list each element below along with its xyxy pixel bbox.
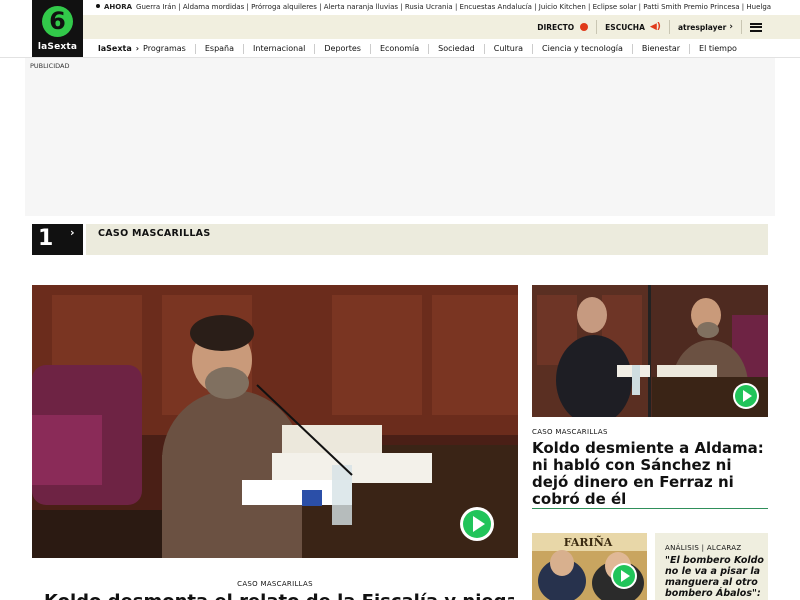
nav-arrow-icon: › [135, 44, 140, 53]
side-story-image[interactable] [532, 285, 768, 417]
nav-item-bienestar[interactable]: Bienestar [631, 43, 689, 54]
nav-item-sociedad[interactable]: Sociedad [428, 43, 484, 54]
main-story-headline[interactable]: Koldo desmonta el relato de la Fiscalía … [44, 590, 514, 600]
opinion-kicker: ANÁLISIS | ALCARAZ [665, 544, 742, 552]
speaker-icon: ◀) [649, 22, 661, 32]
opinion-thumbnail[interactable]: FARIÑA [532, 533, 647, 600]
section-number: 1 [38, 226, 54, 251]
section-title: CASO MASCARILLAS [98, 228, 211, 239]
atresplayer-link[interactable]: atresplayer › [668, 20, 741, 34]
courtroom-photo [32, 285, 518, 558]
escucha-label: ESCUCHA [605, 22, 645, 32]
utility-nav: DIRECTO ESCUCHA ◀) atresplayer › [529, 15, 770, 39]
logo-six-icon: 6 [42, 6, 73, 37]
opinion-quote[interactable]: "El bombero Koldo no le va a pisar la ma… [665, 555, 765, 599]
ahora-label: AHORA [104, 3, 133, 11]
nav-item-programas[interactable]: Programas [143, 44, 195, 54]
nav-item-ciencia[interactable]: Ciencia y tecnología [532, 43, 632, 54]
side-story-kicker: CASO MASCARILLAS [532, 428, 608, 436]
main-nav: laSexta › Programas España Internacional… [98, 39, 764, 58]
ad-label: PUBLICIDAD [30, 62, 70, 70]
side-story-headline[interactable]: Koldo desmiente a Aldama: ni habló con S… [532, 440, 768, 508]
top-header: 6 laSexta AHORA Guerra Irán | Aldama mord… [0, 0, 800, 58]
thumb-caption: FARIÑA [564, 535, 613, 549]
ahora-ticker: AHORA Guerra Irán | Aldama mordidas | Pró… [94, 0, 774, 15]
ad-slot[interactable]: PUBLICIDAD [25, 58, 775, 216]
chevron-right-icon: › [729, 22, 733, 32]
nav-item-deportes[interactable]: Deportes [314, 43, 370, 54]
play-icon[interactable] [733, 383, 759, 409]
ticker-links[interactable]: Guerra Irán | Aldama mordidas | Prórroga… [136, 3, 771, 11]
section-banner[interactable]: 1 › CASO MASCARILLAS [32, 224, 768, 255]
directo-button[interactable]: DIRECTO [529, 20, 596, 34]
play-icon[interactable] [611, 563, 637, 589]
chevron-right-icon: › [70, 226, 75, 239]
hamburger-icon [750, 22, 762, 32]
nav-item-cultura[interactable]: Cultura [483, 43, 532, 54]
side-story-divider [532, 508, 768, 509]
nav-brand[interactable]: laSexta [98, 44, 132, 53]
directo-label: DIRECTO [537, 22, 575, 32]
section-number-box: 1 › [32, 224, 83, 255]
nav-item-internacional[interactable]: Internacional [243, 43, 314, 54]
live-dot-icon [580, 23, 589, 31]
menu-button[interactable] [741, 20, 770, 34]
atresplayer-label: atresplayer [677, 22, 727, 32]
play-icon[interactable] [460, 507, 494, 541]
nav-item-economia[interactable]: Economía [369, 43, 428, 54]
ahora-dot-icon [96, 4, 100, 8]
main-story-image[interactable] [32, 285, 518, 558]
lasexta-logo[interactable]: 6 laSexta [32, 0, 83, 58]
nav-item-tiempo[interactable]: El tiempo [689, 43, 746, 54]
nav-item-espana[interactable]: España [194, 43, 243, 54]
logo-text: laSexta [37, 42, 78, 52]
opinion-card[interactable]: ANÁLISIS | ALCARAZ "El bombero Koldo no … [655, 533, 768, 600]
main-story-kicker: CASO MASCARILLAS [237, 580, 313, 588]
escucha-button[interactable]: ESCUCHA ◀) [596, 20, 669, 34]
banner-gap [83, 224, 86, 255]
